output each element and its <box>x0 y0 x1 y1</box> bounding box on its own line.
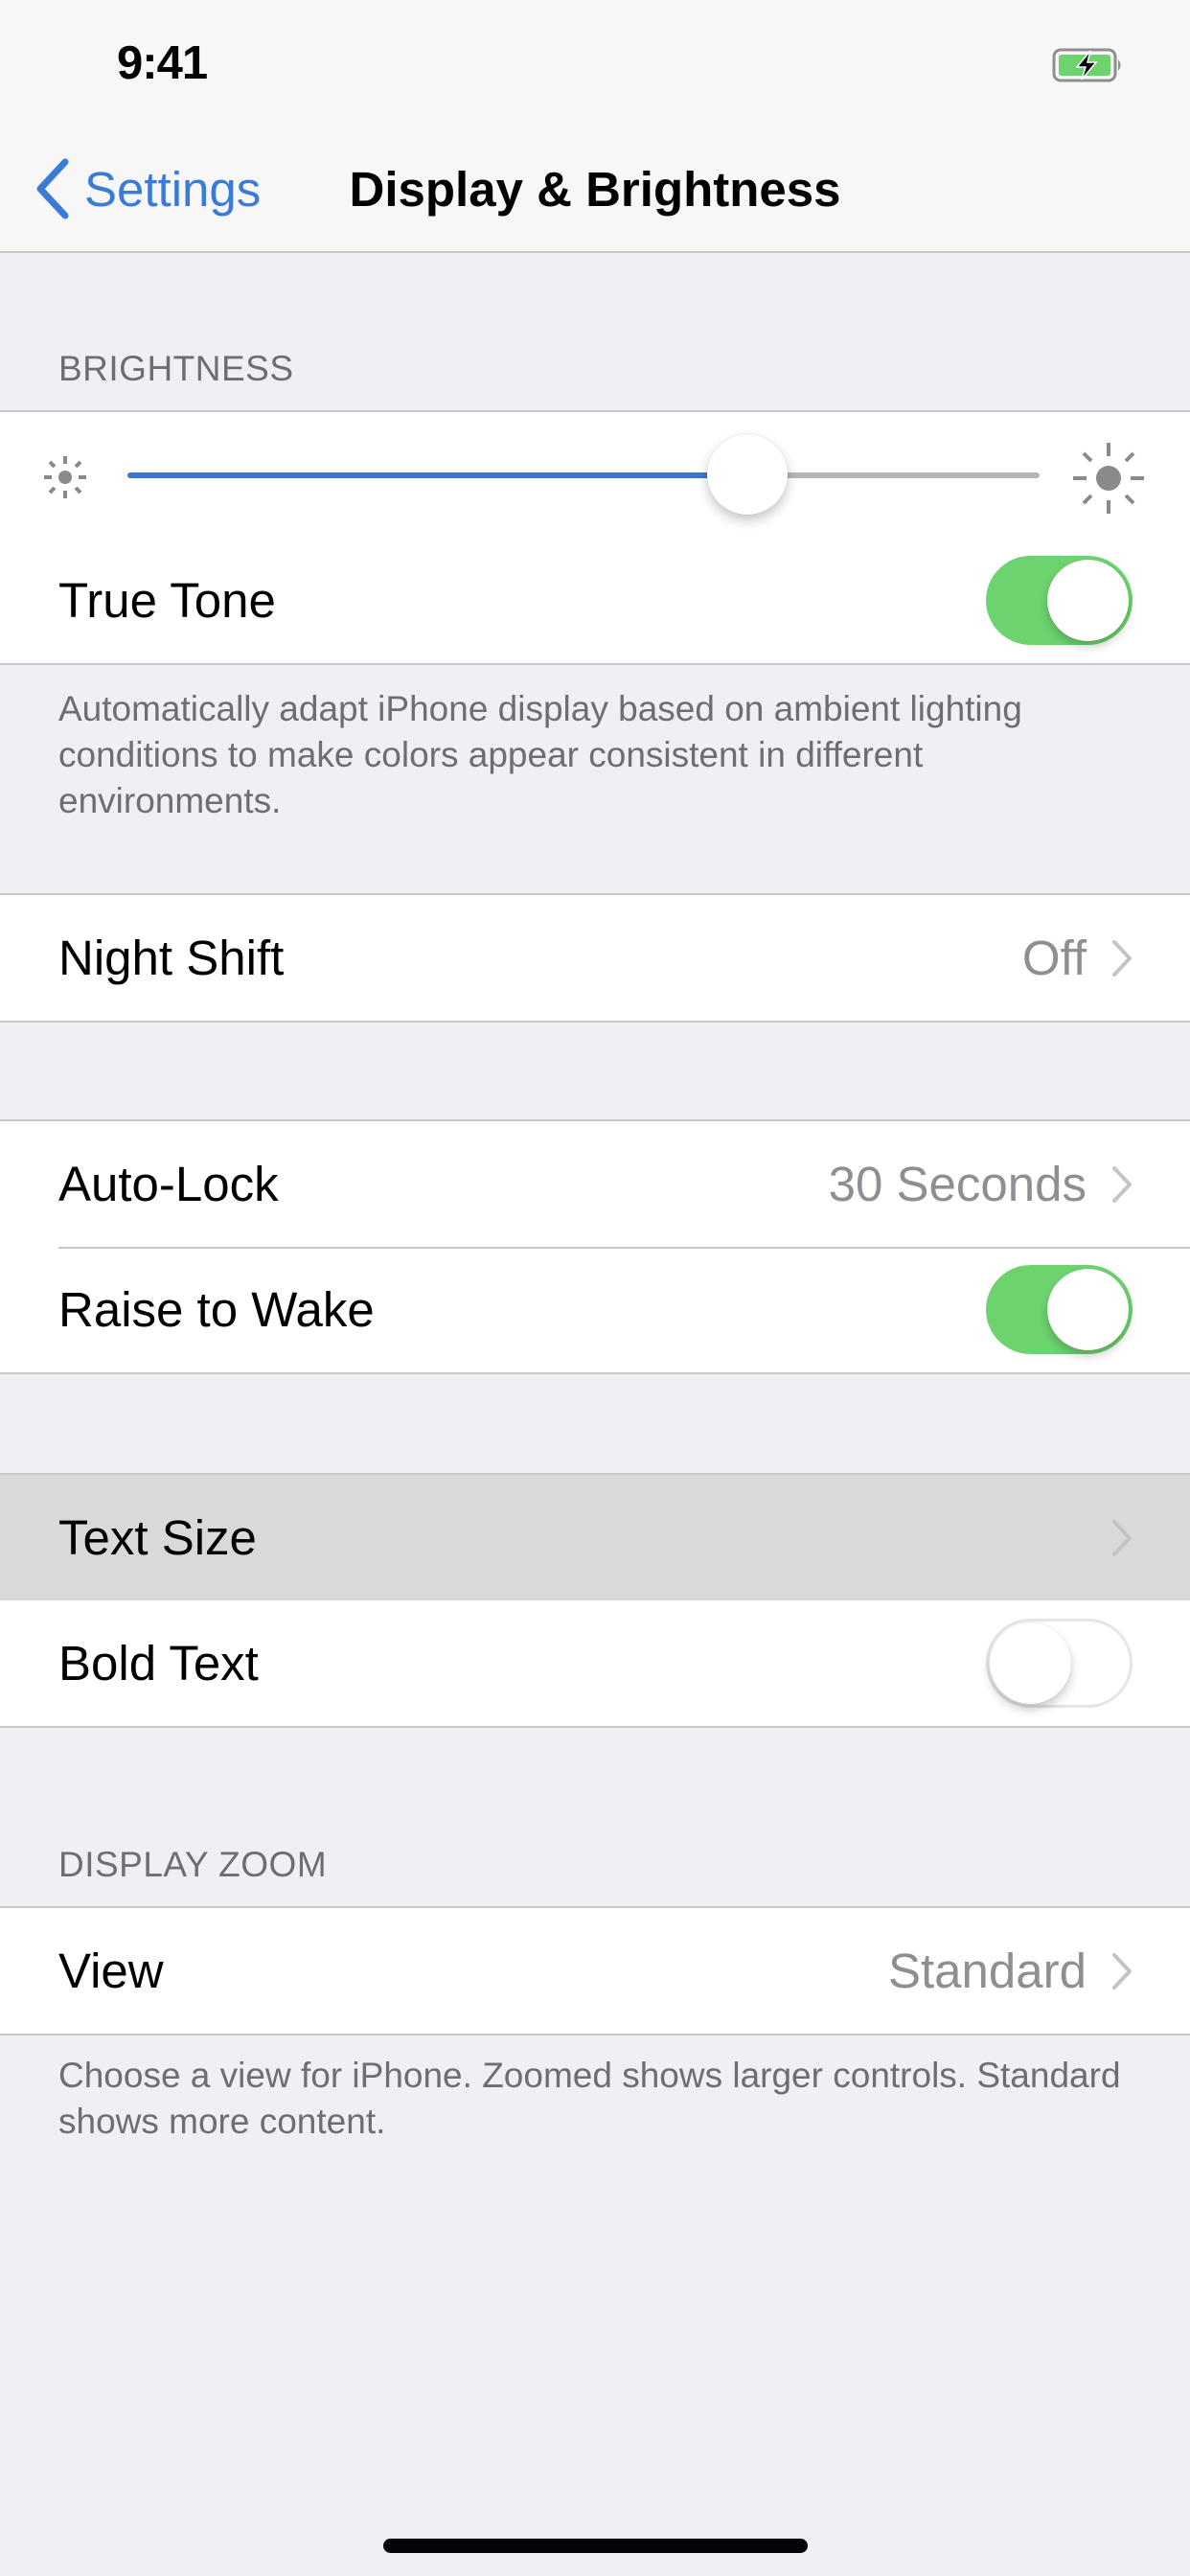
text-group: Text Size Bold Text <box>0 1473 1190 1728</box>
brightness-group: True Tone <box>0 410 1190 665</box>
chevron-right-icon <box>1112 939 1132 977</box>
true-tone-label: True Tone <box>58 573 276 628</box>
auto-lock-value: 30 Seconds <box>828 1157 1087 1211</box>
raise-to-wake-label: Raise to Wake <box>58 1282 375 1337</box>
bold-text-row: Bold Text <box>0 1600 1190 1726</box>
lock-group: Auto-Lock 30 Seconds Raise to Wake <box>0 1119 1190 1374</box>
battery-charging-icon <box>1052 48 1121 82</box>
text-size-label: Text Size <box>58 1510 257 1565</box>
true-tone-footer: Automatically adapt iPhone display based… <box>58 689 1022 820</box>
true-tone-toggle[interactable] <box>986 556 1133 645</box>
night-shift-value: Off <box>1021 931 1087 985</box>
night-shift-group: Night Shift Off <box>0 893 1190 1023</box>
brightness-slider[interactable] <box>127 434 1040 515</box>
sun-large-icon <box>1073 443 1144 514</box>
section-header-display-zoom: DISPLAY ZOOM <box>58 1845 328 1884</box>
bold-text-toggle[interactable] <box>986 1619 1133 1708</box>
toggle-knob <box>1047 1269 1129 1350</box>
chevron-right-icon <box>1112 1952 1132 1990</box>
status-time: 9:41 <box>117 37 208 89</box>
brightness-slider-thumb[interactable] <box>707 434 789 515</box>
text-size-row[interactable]: Text Size <box>0 1475 1190 1600</box>
toggle-knob <box>990 1622 1071 1704</box>
home-indicator[interactable] <box>383 2539 808 2553</box>
raise-to-wake-toggle[interactable] <box>986 1265 1133 1354</box>
chevron-right-icon <box>1112 1519 1132 1556</box>
night-shift-row[interactable]: Night Shift Off <box>0 895 1190 1021</box>
status-bar: 9:41 <box>0 0 1190 126</box>
auto-lock-label: Auto-Lock <box>58 1157 279 1211</box>
navigation-bar: Settings Display & Brightness <box>0 126 1190 253</box>
night-shift-label: Night Shift <box>58 931 285 985</box>
brightness-slider-fill <box>127 472 748 478</box>
brightness-slider-row <box>0 412 1190 538</box>
view-value: Standard <box>888 1944 1087 1998</box>
page-title-text: Display & Brightness <box>349 162 841 217</box>
view-label: View <box>58 1944 164 1998</box>
display-zoom-footer: Choose a view for iPhone. Zoomed shows l… <box>58 2056 1121 2141</box>
true-tone-row: True Tone <box>0 538 1190 663</box>
auto-lock-row[interactable]: Auto-Lock 30 Seconds <box>0 1121 1190 1247</box>
raise-to-wake-row: Raise to Wake <box>0 1247 1190 1372</box>
view-row[interactable]: View Standard <box>0 1908 1190 2034</box>
section-header-brightness: BRIGHTNESS <box>58 349 294 388</box>
sun-small-icon <box>44 456 86 498</box>
bold-text-label: Bold Text <box>58 1636 259 1690</box>
toggle-knob <box>1047 560 1129 641</box>
chevron-right-icon <box>1112 1165 1132 1203</box>
page-title: Display & Brightness <box>0 161 1190 218</box>
display-zoom-group: View Standard <box>0 1906 1190 2036</box>
